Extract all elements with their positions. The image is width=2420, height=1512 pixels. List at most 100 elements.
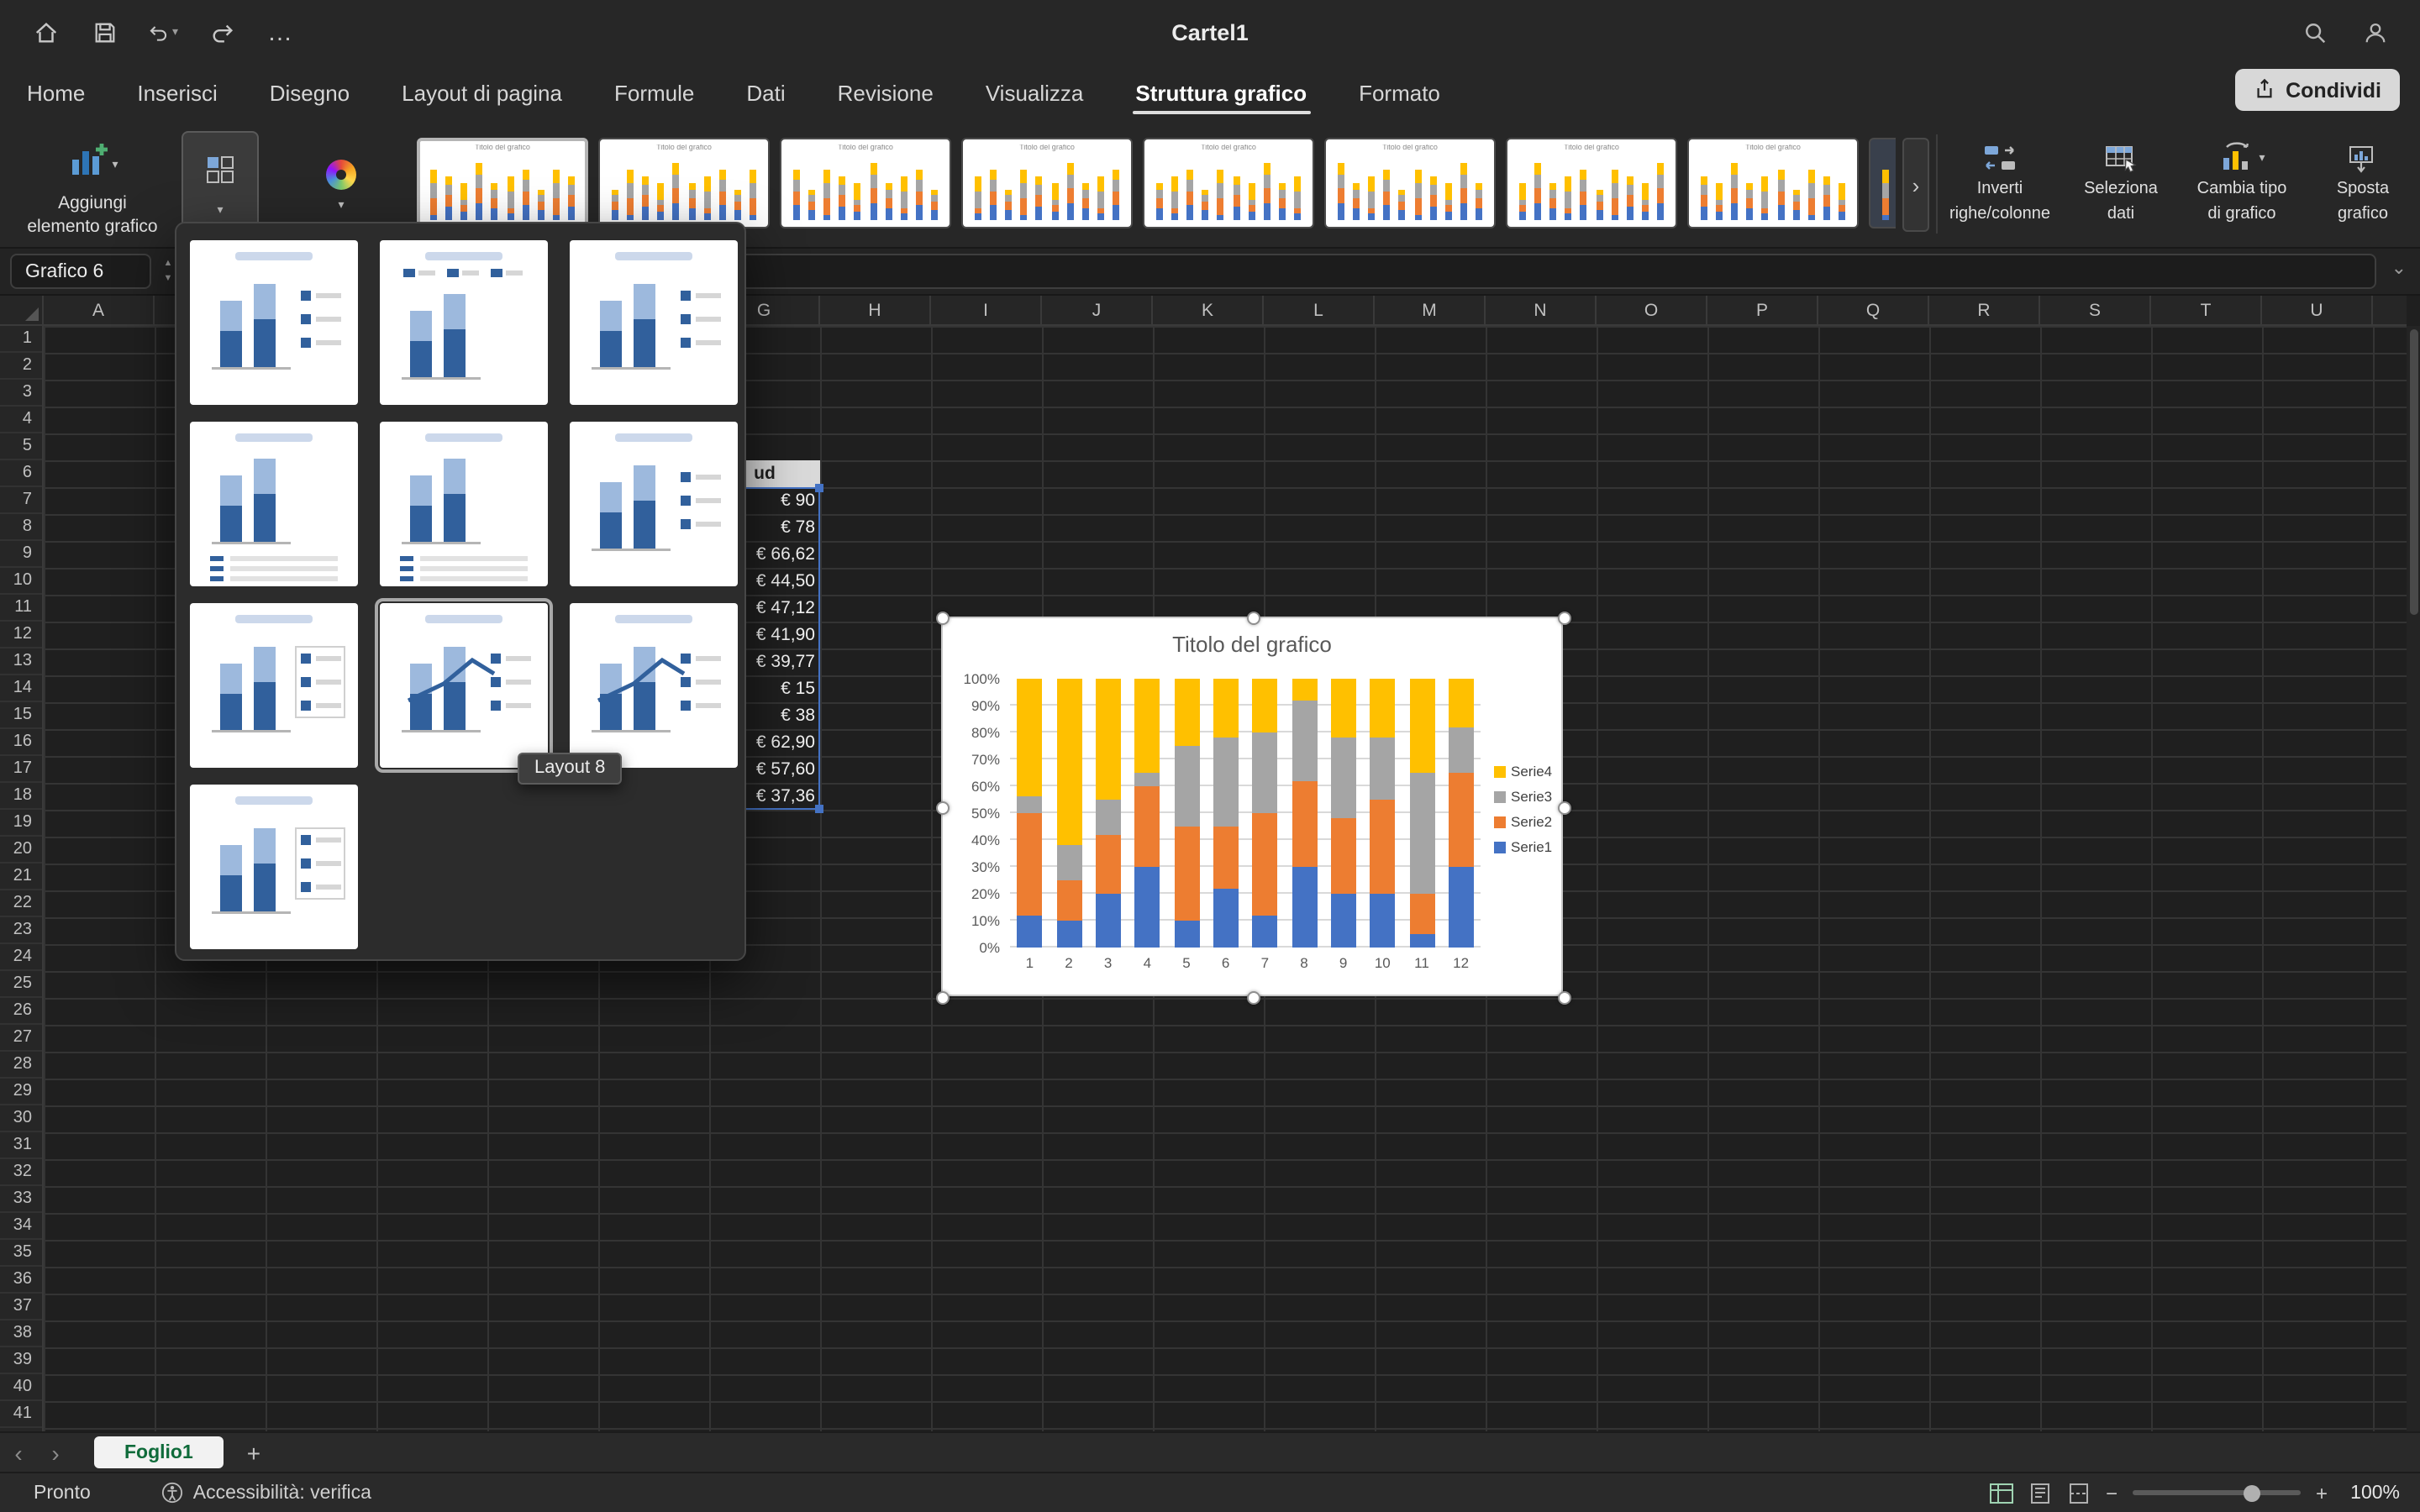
chart-resize-handle[interactable] [1558,991,1571,1005]
row-header-39[interactable]: 39 [0,1347,42,1374]
chart-resize-handle[interactable] [936,991,950,1005]
column-header-p[interactable]: P [1707,296,1818,324]
chart-title[interactable]: Titolo del grafico [943,632,1561,657]
row-header-35[interactable]: 35 [0,1240,42,1267]
row-header-37[interactable]: 37 [0,1294,42,1320]
sheet-nav-left-icon[interactable]: ‹ [0,1439,37,1466]
row-header-4[interactable]: 4 [0,407,42,433]
ribbon-tab-revisione[interactable]: Revisione [834,81,937,121]
zoom-slider[interactable] [2133,1490,2301,1495]
column-header-q[interactable]: Q [1818,296,1929,324]
row-header-27[interactable]: 27 [0,1025,42,1052]
row-header-41[interactable]: 41 [0,1401,42,1428]
layout-option-7[interactable] [190,603,358,768]
layout-option-10[interactable] [190,785,358,949]
layout-option-5[interactable] [380,422,548,586]
move-chart-button[interactable]: Spostagrafico [2306,131,2420,239]
chart-style-thumb[interactable]: Titolo del grafico [1687,138,1859,228]
zoom-level[interactable]: 100% [2343,1483,2400,1503]
add-sheet-button[interactable]: + [247,1439,260,1466]
redo-icon[interactable] [207,17,237,47]
layout-option-1[interactable] [190,240,358,405]
row-header-12[interactable]: 12 [0,622,42,648]
row-header-19[interactable]: 19 [0,810,42,837]
row-header-13[interactable]: 13 [0,648,42,675]
row-header-2[interactable]: 2 [0,353,42,380]
column-header-a[interactable]: A [44,296,155,324]
sheet-nav-right-icon[interactable]: › [37,1439,74,1466]
chart-resize-handle[interactable] [1247,612,1260,625]
column-header-j[interactable]: J [1042,296,1153,324]
row-header-36[interactable]: 36 [0,1267,42,1294]
chart-object[interactable]: Titolo del grafico 0%10%20%30%40%50%60%7… [941,617,1563,996]
more-commands-icon[interactable]: … [266,17,296,47]
formula-expand-icon[interactable]: ⌄ [2391,257,2407,279]
ribbon-tab-inserisci[interactable]: Inserisci [134,81,220,121]
name-box[interactable]: Grafico 6 [10,254,151,289]
account-icon[interactable] [2360,17,2390,47]
share-button[interactable]: Condividi [2235,69,2400,111]
ribbon-tab-struttura-grafico[interactable]: Struttura grafico [1132,81,1310,121]
select-all-corner[interactable] [0,296,44,326]
chart-resize-handle[interactable] [936,612,950,625]
chart-style-thumb[interactable]: Titolo del grafico [1324,138,1496,228]
row-header-38[interactable]: 38 [0,1320,42,1347]
row-header-23[interactable]: 23 [0,917,42,944]
save-icon[interactable] [89,17,119,47]
change-chart-type-button[interactable]: ▾Cambia tipodi grafico [2185,131,2299,239]
layout-option-3[interactable] [570,240,738,405]
row-header-22[interactable]: 22 [0,890,42,917]
scrollbar-thumb[interactable] [2409,329,2417,615]
row-header-32[interactable]: 32 [0,1159,42,1186]
column-header-o[interactable]: O [1597,296,1707,324]
column-header-s[interactable]: S [2040,296,2151,324]
row-header-5[interactable]: 5 [0,433,42,460]
layout-option-8[interactable] [380,603,548,768]
chart-resize-handle[interactable] [1247,991,1260,1005]
column-header-n[interactable]: N [1486,296,1597,324]
invert-rows-columns-button[interactable]: Invertirighe/colonne [1943,131,2057,239]
zoom-slider-thumb[interactable] [2244,1484,2260,1501]
row-header-25[interactable]: 25 [0,971,42,998]
row-header-17[interactable]: 17 [0,756,42,783]
column-header-u[interactable]: U [2262,296,2373,324]
layout-option-6[interactable] [570,422,738,586]
row-header-9[interactable]: 9 [0,541,42,568]
column-header-i[interactable]: I [931,296,1042,324]
row-header-8[interactable]: 8 [0,514,42,541]
ribbon-tab-dati[interactable]: Dati [743,81,788,121]
layout-option-4[interactable] [190,422,358,586]
ribbon-tab-layout-di-pagina[interactable]: Layout di pagina [398,81,566,121]
row-header-1[interactable]: 1 [0,326,42,353]
ribbon-tab-disegno[interactable]: Disegno [266,81,353,121]
row-header-18[interactable]: 18 [0,783,42,810]
row-header-3[interactable]: 3 [0,380,42,407]
zoom-in-button[interactable]: + [2316,1481,2328,1504]
row-header-14[interactable]: 14 [0,675,42,702]
ribbon-tab-formule[interactable]: Formule [611,81,697,121]
column-header-m[interactable]: M [1375,296,1486,324]
row-header-11[interactable]: 11 [0,595,42,622]
chart-style-thumb[interactable]: Titolo del grafico [598,138,770,228]
row-header-28[interactable]: 28 [0,1052,42,1079]
column-header-k[interactable]: K [1153,296,1264,324]
row-header-31[interactable]: 31 [0,1132,42,1159]
add-chart-element-button[interactable]: ▾ Aggiungi elemento grafico [10,131,175,239]
chart-style-thumb[interactable]: Titolo del grafico [417,138,588,228]
home-icon[interactable] [30,17,60,47]
normal-view-icon[interactable] [1990,1483,2013,1503]
sheet-tab-foglio1[interactable]: Foglio1 [94,1436,224,1468]
row-header-6[interactable]: 6 [0,460,42,487]
column-header-v[interactable]: V [2373,296,2407,324]
row-header-40[interactable]: 40 [0,1374,42,1401]
row-header-29[interactable]: 29 [0,1079,42,1105]
row-header-10[interactable]: 10 [0,568,42,595]
row-header-15[interactable]: 15 [0,702,42,729]
chart-style-thumb[interactable]: Titolo del grafico [961,138,1133,228]
row-header-26[interactable]: 26 [0,998,42,1025]
chart-resize-handle[interactable] [1558,801,1571,815]
row-header-7[interactable]: 7 [0,487,42,514]
undo-dropdown-icon[interactable]: ▾ [172,25,178,39]
ribbon-tab-formato[interactable]: Formato [1355,81,1444,121]
ribbon-tab-visualizza[interactable]: Visualizza [982,81,1087,121]
